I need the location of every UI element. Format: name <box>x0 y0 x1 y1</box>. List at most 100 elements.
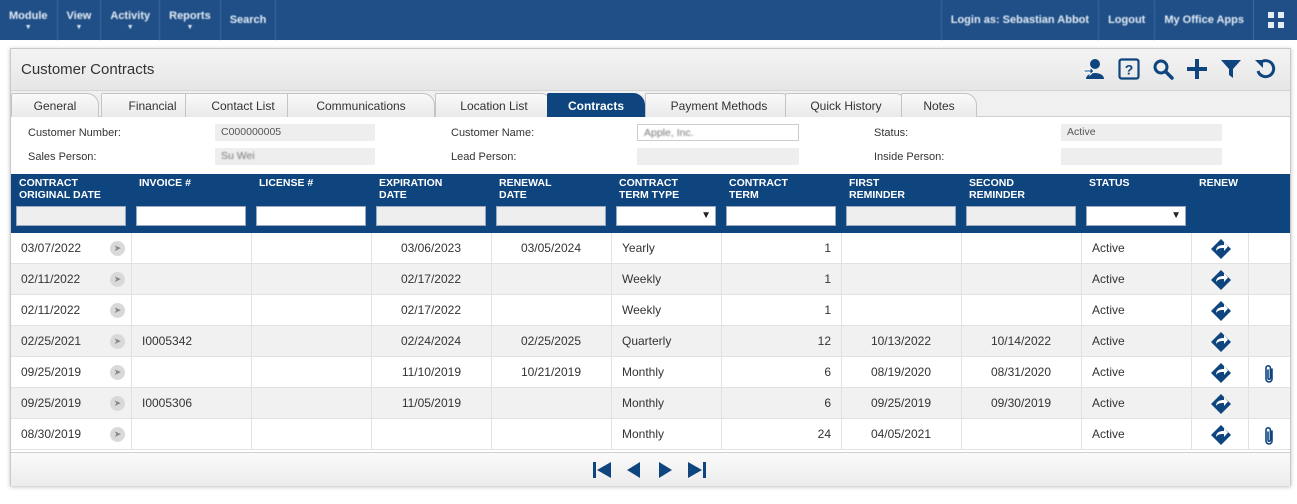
open-contract-arrow-icon[interactable]: ➤ <box>110 427 125 442</box>
nav-activity-menu[interactable]: Activity ▼ <box>101 0 161 40</box>
filter-icon[interactable] <box>1220 58 1242 80</box>
table-row[interactable]: 02/11/2022 02/17/2022 Weekly 1 Active ➤ <box>11 264 1290 295</box>
cell-second-reminder <box>962 264 1082 295</box>
chevron-down-icon: ▼ <box>1171 210 1181 221</box>
cell-second-reminder <box>962 295 1082 326</box>
refresh-icon[interactable] <box>1254 58 1276 80</box>
attachment-icon[interactable] <box>1262 425 1276 450</box>
table-row[interactable]: 09/25/2019 I0005306 11/05/2019 Monthly 6 09/2… <box>11 388 1290 419</box>
open-contract-arrow-icon[interactable]: ➤ <box>110 241 125 256</box>
tab-contact-list[interactable]: Contact List <box>185 93 301 117</box>
cell-term-type: Weekly <box>612 295 722 326</box>
cell-second-reminder: 08/31/2020 <box>962 357 1082 388</box>
help-icon[interactable]: ? <box>1118 58 1140 80</box>
sales-person-field: Su Wei <box>215 148 375 165</box>
col-header-status[interactable]: STATUS <box>1089 177 1129 189</box>
page-title: Customer Contracts <box>21 61 155 78</box>
search-icon[interactable] <box>1152 58 1174 80</box>
col-header-original-date[interactable]: CONTRACT ORIGINAL DATE <box>19 177 101 201</box>
filter-term-type-select[interactable]: ▼ <box>616 206 716 226</box>
filter-second-reminder[interactable] <box>966 206 1076 226</box>
cell-term-type: Monthly <box>612 388 722 419</box>
cell-renewal-date <box>492 388 612 419</box>
open-contract-arrow-icon[interactable]: ➤ <box>110 396 125 411</box>
previous-page-icon[interactable] <box>625 461 643 482</box>
filter-license[interactable] <box>256 206 366 226</box>
cell-first-reminder: 08/19/2020 <box>842 357 962 388</box>
customer-number-label: Customer Number: <box>28 127 121 139</box>
first-page-icon[interactable] <box>592 461 612 482</box>
col-header-second-reminder[interactable]: SECOND REMINDER <box>969 177 1025 201</box>
filter-status-select[interactable]: ▼ <box>1086 206 1186 226</box>
cell-renew <box>1192 233 1249 264</box>
cell-second-reminder <box>962 233 1082 264</box>
filter-original-date[interactable] <box>16 206 126 226</box>
cell-term: 6 <box>722 357 842 388</box>
customer-name-field[interactable]: Apple, Inc. <box>637 124 799 141</box>
top-navigation: Module ▼ View ▼ Activity ▼ Reports ▼ Search … <box>0 0 1297 40</box>
logout-button[interactable]: Logout <box>1098 0 1154 40</box>
col-header-invoice[interactable]: INVOICE # <box>139 177 191 189</box>
last-page-icon[interactable] <box>687 461 707 482</box>
table-row[interactable]: 09/25/2019 11/10/2019 10/21/2019 Monthly 6 08… <box>11 357 1290 388</box>
chevron-down-icon: ▼ <box>701 210 711 221</box>
cell-expiration-date: 02/17/2022 <box>372 295 492 326</box>
col-header-renewal-date[interactable]: RENEWAL DATE <box>499 177 552 201</box>
cell-renew <box>1192 357 1249 388</box>
next-page-icon[interactable] <box>656 461 674 482</box>
status-label: Status: <box>874 127 909 139</box>
cell-status: Active <box>1082 264 1192 295</box>
customer-contracts-panel: Customer Contracts ? General Financial C… <box>10 48 1291 486</box>
assign-user-icon[interactable] <box>1082 58 1106 80</box>
tab-location-list[interactable]: Location List <box>435 93 553 117</box>
cell-license <box>252 419 372 450</box>
cell-status: Active <box>1082 233 1192 264</box>
attachment-icon[interactable] <box>1262 363 1276 388</box>
tab-quick-history[interactable]: Quick History <box>785 93 907 117</box>
cell-status: Active <box>1082 326 1192 357</box>
filter-term[interactable] <box>726 206 836 226</box>
open-contract-arrow-icon[interactable]: ➤ <box>110 303 125 318</box>
nav-reports-menu[interactable]: Reports ▼ <box>160 0 221 40</box>
tab-notes[interactable]: Notes <box>901 93 977 117</box>
open-contract-arrow-icon[interactable]: ➤ <box>110 334 125 349</box>
cell-expiration-date: 02/17/2022 <box>372 264 492 295</box>
fullscreen-icon[interactable] <box>1253 0 1297 40</box>
tab-contracts[interactable]: Contracts <box>547 93 645 117</box>
tab-general[interactable]: General <box>11 93 99 117</box>
open-contract-arrow-icon[interactable]: ➤ <box>110 365 125 380</box>
cell-expiration-date <box>372 419 492 450</box>
my-office-apps-button[interactable]: My Office Apps <box>1154 0 1253 40</box>
filter-invoice[interactable] <box>136 206 246 226</box>
filter-renewal-date[interactable] <box>496 206 606 226</box>
col-header-license[interactable]: LICENSE # <box>259 177 313 189</box>
filter-first-reminder[interactable] <box>846 206 956 226</box>
nav-search-menu[interactable]: Search <box>221 0 277 40</box>
cell-renewal-date: 02/25/2025 <box>492 326 612 357</box>
filter-expiration-date[interactable] <box>376 206 486 226</box>
table-row[interactable]: 08/30/2019 Monthly 24 04/05/2021 Active ➤ <box>11 419 1290 450</box>
nav-view-menu[interactable]: View ▼ <box>58 0 102 40</box>
col-header-first-reminder[interactable]: FIRST REMINDER <box>849 177 905 201</box>
add-icon[interactable] <box>1186 58 1208 80</box>
cell-term-type: Quarterly <box>612 326 722 357</box>
cell-renewal-date <box>492 295 612 326</box>
nav-module-menu[interactable]: Module ▼ <box>0 0 58 40</box>
login-info: Login as: Sebastian Abbot <box>940 0 1098 40</box>
col-header-expiration-date[interactable]: EXPIRATION DATE <box>379 177 442 201</box>
cell-renew <box>1192 419 1249 450</box>
table-row[interactable]: 03/07/2022 03/06/2023 03/05/2024 Yearly 1 Act… <box>11 233 1290 264</box>
col-header-term-type[interactable]: CONTRACT TERM TYPE <box>619 177 679 201</box>
table-row[interactable]: 02/25/2021 I0005342 02/24/2024 02/25/2025 Qu… <box>11 326 1290 357</box>
cell-license <box>252 326 372 357</box>
contracts-table-body: 03/07/2022 03/06/2023 03/05/2024 Yearly 1 Act… <box>11 233 1290 450</box>
col-header-term[interactable]: CONTRACT TERM <box>729 177 788 201</box>
status-field: Active <box>1061 124 1222 141</box>
table-row[interactable]: 02/11/2022 02/17/2022 Weekly 1 Active ➤ <box>11 295 1290 326</box>
tab-payment-methods[interactable]: Payment Methods <box>645 93 793 117</box>
customer-info-section: Customer Number: C000000005 Customer Nam… <box>11 118 1290 174</box>
tab-communications[interactable]: Communications <box>287 93 435 117</box>
cell-license <box>252 357 372 388</box>
cell-expiration-date: 02/24/2024 <box>372 326 492 357</box>
open-contract-arrow-icon[interactable]: ➤ <box>110 272 125 287</box>
